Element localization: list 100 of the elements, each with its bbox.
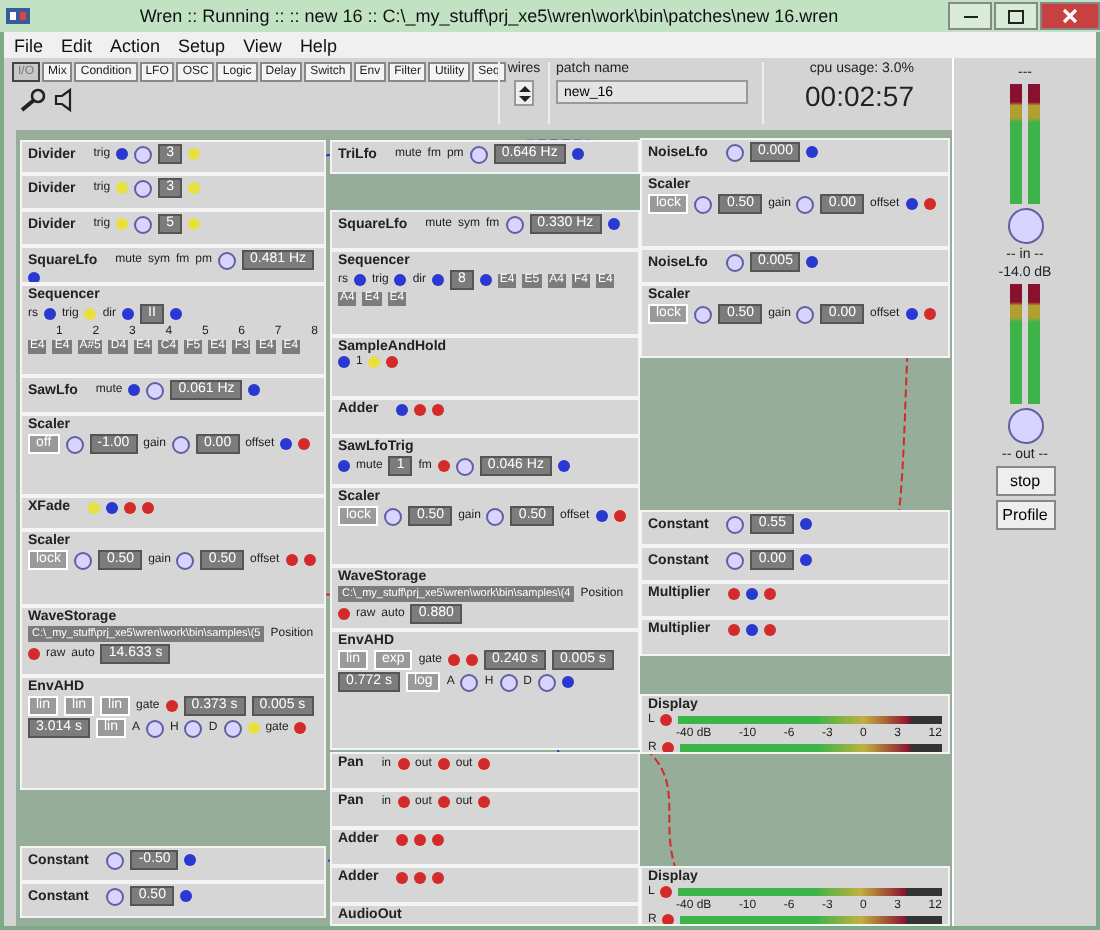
connector-dot[interactable] xyxy=(285,554,298,566)
knob[interactable] xyxy=(146,381,165,399)
connector-dot[interactable] xyxy=(106,501,119,513)
connector-dot[interactable] xyxy=(432,871,445,883)
connector-dot[interactable] xyxy=(248,384,261,396)
connector-dot[interactable] xyxy=(165,700,178,712)
knob[interactable] xyxy=(725,253,744,271)
connector-dot[interactable] xyxy=(595,510,608,522)
connector-dot[interactable] xyxy=(414,403,427,415)
connector-dot[interactable] xyxy=(116,148,129,160)
connector-dot[interactable] xyxy=(397,757,410,769)
connector-dot[interactable] xyxy=(466,654,478,666)
connector-dot[interactable] xyxy=(432,833,445,845)
connector-dot[interactable] xyxy=(28,648,40,660)
connector-dot[interactable] xyxy=(414,871,427,883)
menu-item[interactable]: Edit xyxy=(61,35,93,55)
speaker-icon[interactable] xyxy=(54,88,74,112)
connector-dot[interactable] xyxy=(660,714,673,726)
wires-spinner[interactable] xyxy=(514,80,534,106)
connector-dot[interactable] xyxy=(179,890,192,902)
connector-dot[interactable] xyxy=(128,384,141,396)
connector-dot[interactable] xyxy=(437,460,450,472)
connector-dot[interactable] xyxy=(88,501,101,513)
connector-dot[interactable] xyxy=(432,274,445,286)
connector-dot[interactable] xyxy=(84,308,97,320)
connector-dot[interactable] xyxy=(557,460,570,472)
knob[interactable] xyxy=(171,435,190,453)
connector-dot[interactable] xyxy=(562,676,575,688)
connector-dot[interactable] xyxy=(280,438,293,450)
connector-dot[interactable] xyxy=(923,308,936,320)
knob[interactable] xyxy=(455,457,474,475)
close-button[interactable] xyxy=(1040,2,1100,30)
knob[interactable] xyxy=(796,195,815,213)
connector-dot[interactable] xyxy=(294,722,307,734)
output-gain-knob[interactable] xyxy=(1007,408,1043,444)
connector-dot[interactable] xyxy=(923,198,936,210)
knob[interactable] xyxy=(538,673,557,691)
connector-dot[interactable] xyxy=(479,274,492,286)
connector-dot[interactable] xyxy=(169,308,182,320)
connector-dot[interactable] xyxy=(662,914,675,924)
knob[interactable] xyxy=(505,215,524,233)
knob[interactable] xyxy=(384,507,403,525)
connector-dot[interactable] xyxy=(116,182,129,194)
connector-dot[interactable] xyxy=(386,356,399,368)
connector-dot[interactable] xyxy=(478,757,491,769)
connector-dot[interactable] xyxy=(905,198,918,210)
connector-dot[interactable] xyxy=(607,218,620,230)
knob[interactable] xyxy=(694,195,713,213)
connector-dot[interactable] xyxy=(414,833,427,845)
connector-dot[interactable] xyxy=(806,256,819,268)
connector-dot[interactable] xyxy=(432,403,445,415)
connector-dot[interactable] xyxy=(662,742,675,752)
connector-dot[interactable] xyxy=(368,356,381,368)
connector-dot[interactable] xyxy=(396,871,409,883)
connector-dot[interactable] xyxy=(338,356,350,368)
connector-dot[interactable] xyxy=(746,587,759,599)
connector-dot[interactable] xyxy=(764,623,777,635)
connector-dot[interactable] xyxy=(338,608,350,620)
knob[interactable] xyxy=(499,673,518,691)
connector-dot[interactable] xyxy=(437,757,450,769)
minimize-button[interactable] xyxy=(948,2,992,30)
connector-dot[interactable] xyxy=(187,182,200,194)
connector-dot[interactable] xyxy=(613,510,626,522)
connector-dot[interactable] xyxy=(28,272,40,282)
menu-item[interactable]: File xyxy=(14,35,44,55)
connector-dot[interactable] xyxy=(448,654,460,666)
knob[interactable] xyxy=(460,673,479,691)
connector-dot[interactable] xyxy=(187,148,200,160)
knob[interactable] xyxy=(146,719,164,737)
input-gain-knob[interactable] xyxy=(1007,208,1043,244)
connector-dot[interactable] xyxy=(187,218,200,230)
side-button[interactable]: Profile xyxy=(995,500,1055,530)
connector-dot[interactable] xyxy=(764,587,777,599)
knob[interactable] xyxy=(694,305,713,323)
connector-dot[interactable] xyxy=(247,722,260,734)
menu-item[interactable]: Help xyxy=(299,35,337,55)
knob[interactable] xyxy=(223,719,242,737)
connector-dot[interactable] xyxy=(660,886,673,898)
connector-dot[interactable] xyxy=(142,501,155,513)
connector-dot[interactable] xyxy=(116,218,129,230)
knob[interactable] xyxy=(176,551,195,569)
connector-dot[interactable] xyxy=(799,518,812,530)
knob[interactable] xyxy=(725,143,744,161)
connector-dot[interactable] xyxy=(303,554,316,566)
connector-dot[interactable] xyxy=(338,460,350,472)
connector-dot[interactable] xyxy=(806,146,819,158)
menu-item[interactable]: Action xyxy=(110,35,161,55)
menu-item[interactable]: Setup xyxy=(178,35,226,55)
knob[interactable] xyxy=(486,507,505,525)
knob[interactable] xyxy=(469,145,488,163)
knob[interactable] xyxy=(74,551,93,569)
connector-dot[interactable] xyxy=(44,308,56,320)
connector-dot[interactable] xyxy=(124,501,137,513)
connector-dot[interactable] xyxy=(799,554,812,566)
connector-dot[interactable] xyxy=(728,623,741,635)
connector-dot[interactable] xyxy=(396,833,409,845)
maximize-button[interactable] xyxy=(994,2,1038,30)
connector-dot[interactable] xyxy=(184,854,197,866)
connector-dot[interactable] xyxy=(397,795,410,807)
knob[interactable] xyxy=(184,719,203,737)
